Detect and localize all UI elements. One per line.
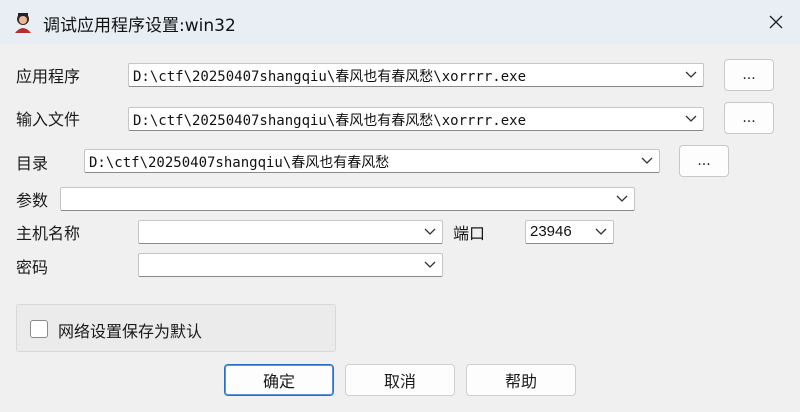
chevron-down-icon (616, 195, 628, 202)
hostname-combo[interactable] (138, 220, 443, 244)
port-combo[interactable]: 23946 (525, 220, 614, 244)
chevron-down-icon (424, 261, 436, 268)
directory-browse-button[interactable]: ... (679, 145, 729, 177)
chevron-down-icon (641, 157, 653, 164)
application-browse-button[interactable]: ... (724, 59, 774, 91)
input-file-value: D:\ctf\20250407shangqiu\春风也有春风愁\xorrrr.e… (133, 113, 527, 129)
app-icon (15, 13, 31, 33)
chevron-down-icon (595, 228, 607, 235)
chevron-down-icon (424, 228, 436, 235)
directory-label: 目录 (16, 154, 49, 173)
chevron-down-icon (685, 71, 697, 78)
help-button[interactable]: 帮助 (466, 364, 576, 396)
application-label: 应用程序 (16, 67, 81, 86)
parameters-label: 参数 (16, 191, 49, 210)
ok-button[interactable]: 确定 (224, 364, 334, 396)
title-bar: 调试应用程序设置:win32 (0, 0, 800, 44)
port-value: 23946 (530, 223, 572, 240)
chevron-down-icon (685, 115, 697, 122)
cancel-button[interactable]: 取消 (345, 364, 455, 396)
port-label: 端口 (453, 224, 486, 243)
parameters-combo[interactable] (60, 187, 635, 211)
input-file-label: 输入文件 (16, 110, 81, 129)
close-icon (769, 15, 783, 29)
password-combo[interactable] (138, 253, 443, 277)
save-default-label[interactable]: 网络设置保存为默认 (58, 318, 202, 342)
directory-combo[interactable]: D:\ctf\20250407shangqiu\春风也有春风愁 (84, 149, 660, 173)
input-file-browse-button[interactable]: ... (724, 102, 774, 134)
password-label: 密码 (16, 258, 49, 277)
input-file-combo[interactable]: D:\ctf\20250407shangqiu\春风也有春风愁\xorrrr.e… (128, 107, 704, 131)
close-button[interactable] (752, 0, 800, 44)
directory-value: D:\ctf\20250407shangqiu\春风也有春风愁 (89, 155, 390, 171)
hostname-label: 主机名称 (16, 224, 81, 243)
window-title: 调试应用程序设置:win32 (43, 16, 236, 36)
application-combo[interactable]: D:\ctf\20250407shangqiu\春风也有春风愁\xorrrr.e… (128, 63, 704, 87)
save-default-checkbox[interactable] (30, 320, 48, 338)
application-value: D:\ctf\20250407shangqiu\春风也有春风愁\xorrrr.e… (133, 69, 527, 85)
